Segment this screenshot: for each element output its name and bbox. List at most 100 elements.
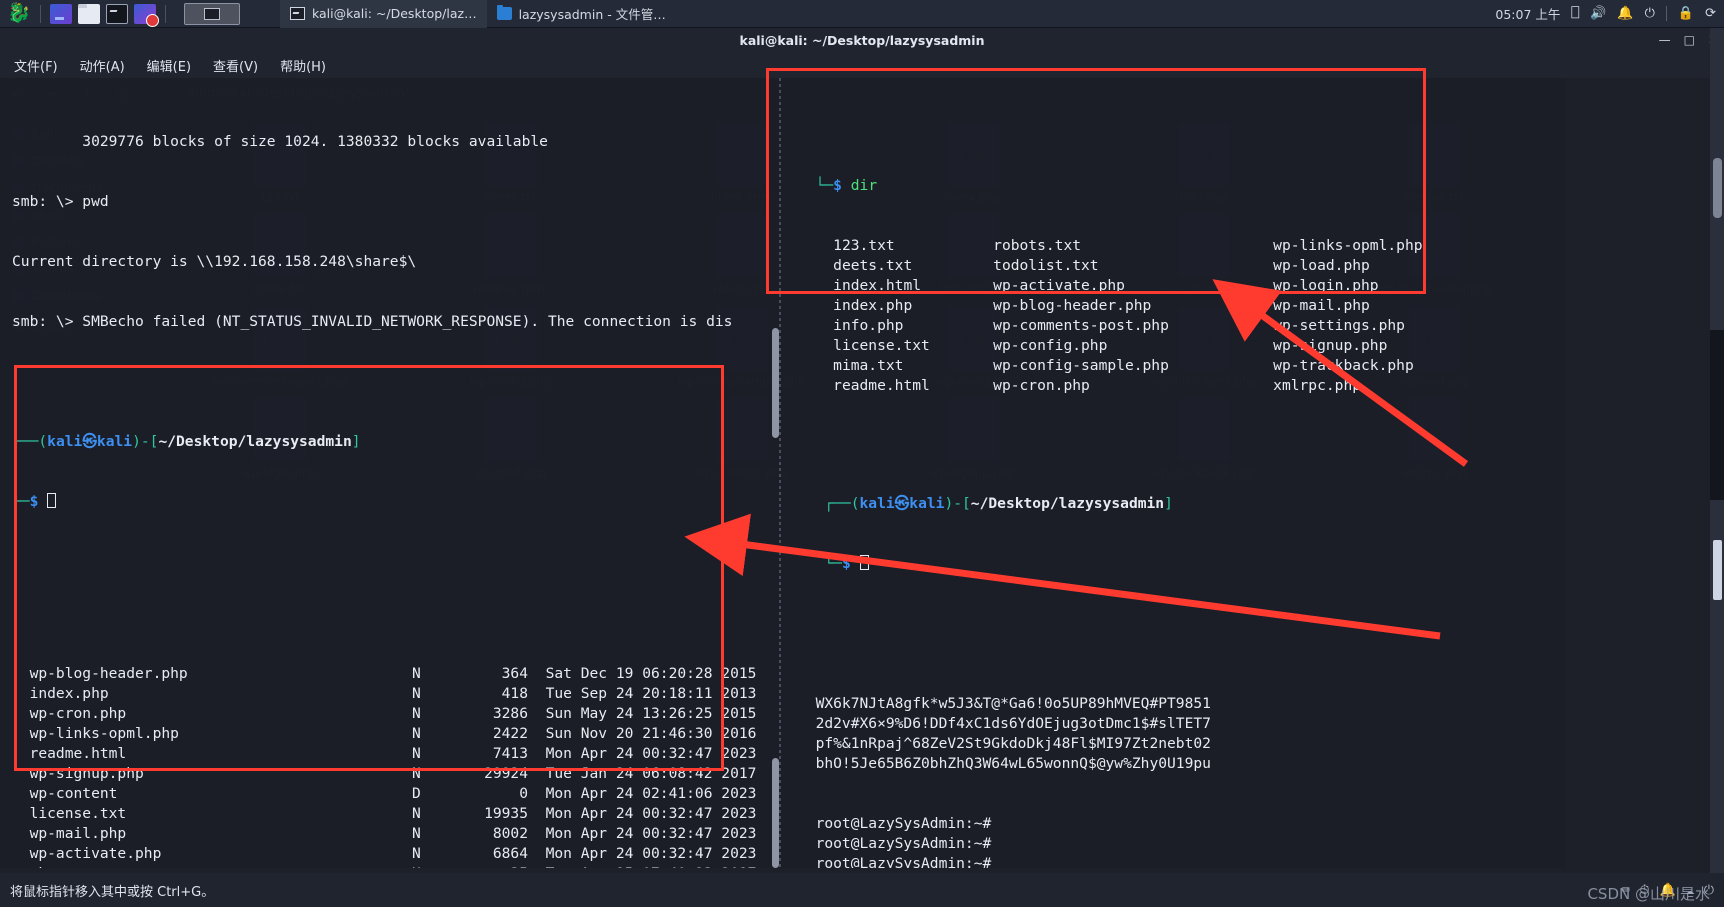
smb-file-flag: N xyxy=(412,805,421,822)
prompt-path: ~/Desktop/lazysysadmin xyxy=(970,495,1165,512)
smb-file-size: 19935 xyxy=(484,805,528,822)
menu-edit[interactable]: 编辑(E) xyxy=(147,56,191,75)
window-titlebar[interactable]: kali@kali: ~/Desktop/lazysysadmin — □ ✕ xyxy=(0,28,1724,52)
dir-output-filename: wp-login.php xyxy=(1273,277,1379,294)
smb-file-name: readme.html xyxy=(12,745,127,762)
scrollbar-thumb[interactable] xyxy=(1713,158,1722,218)
smb-listing-row: wp-blog-header.php N 364 Sat Dec 19 06:20:… xyxy=(12,664,778,684)
hash-output: WX6k7NJtA8gfk*w5J3&T@*Ga6!0o5UP89hMVEQ#P… xyxy=(798,694,1558,774)
smb-file-date: Mon Apr 24 02:41:06 2023 xyxy=(528,785,757,802)
smb-file-listing: wp-blog-header.php N 364 Sat Dec 19 06:20:… xyxy=(12,664,778,868)
dir-output-filename: robots.txt xyxy=(993,237,1082,254)
folder-icon xyxy=(496,5,512,20)
smb-file-date: Mon Apr 24 00:32:47 2023 xyxy=(528,805,757,822)
lock-icon[interactable]: 🔒 xyxy=(1678,7,1694,20)
dir-output-filename: wp-comments-post.php xyxy=(993,317,1169,334)
smb-file-date: Mon Apr 24 00:32:47 2023 xyxy=(528,825,757,842)
dir-output-filename: wp-load.php xyxy=(1273,257,1370,274)
dir-output: 123.txt robots.txt wp-links-opml.php deets… xyxy=(798,236,1558,396)
dir-output-filename: readme.html xyxy=(833,377,930,394)
smb-file-size: 8002 xyxy=(492,825,528,842)
kali-dragon-icon[interactable]: 🐉 xyxy=(4,1,34,27)
smb-header-line: 3029776 blocks of size 1024. 1380332 blo… xyxy=(12,133,548,150)
smb-file-name: license.txt xyxy=(12,805,127,822)
smb-listing-row: wp-signup.php N 29924 Tue Jan 24 06:08:42 … xyxy=(12,764,778,784)
menu-view[interactable]: 查看(V) xyxy=(213,56,258,75)
volume-icon[interactable]: 🔊 xyxy=(1590,7,1606,20)
scrollbar-thumb-2[interactable] xyxy=(1713,540,1722,600)
smb-file-size: 364 xyxy=(501,665,528,682)
dir-output-filename: license.txt xyxy=(833,337,930,354)
maximize-button[interactable]: □ xyxy=(1684,33,1695,47)
smb-file-date: Tue Sep 24 20:18:11 2013 xyxy=(528,685,757,702)
notification-bell-icon[interactable]: 🔔 xyxy=(1617,7,1633,20)
clock[interactable]: 05:07 上午 xyxy=(1495,4,1560,23)
status-bar: 将鼠标指针移入其中或按 Ctrl+G。 ⌨ ⏱ 🔔 ☁ ⏻ xyxy=(0,873,1724,907)
dir-output-filename: wp-activate.php xyxy=(993,277,1125,294)
dir-output-filename: 123.txt xyxy=(833,237,895,254)
terminal-icon xyxy=(290,7,305,20)
dir-output-filename: wp-config.php xyxy=(993,337,1108,354)
display-icon[interactable]: ⎕ xyxy=(1571,7,1579,20)
dir-output-filename: wp-cron.php xyxy=(993,377,1090,394)
hash-line: pf%&1nRpaj^68ZeV2St9GkdoDkj48Fl$MI97Zt2n… xyxy=(798,735,1211,752)
dir-command: dir xyxy=(850,177,878,194)
files-icon[interactable] xyxy=(78,3,100,24)
system-tray: 05:07 上午 ⎕ 🔊 🔔 ⏻ 🔒 ⟳ xyxy=(1495,4,1724,23)
smb-echo-failed-line: smb: \> SMBecho failed (NT_STATUS_INVALI… xyxy=(12,313,733,330)
dir-output-row: index.html wp-activate.php wp-login.php xyxy=(798,276,1558,296)
battery-icon[interactable]: ⏻ xyxy=(1645,7,1655,20)
watermark: CSDN @山川是水 xyxy=(1587,885,1710,903)
smb-file-flag: N xyxy=(412,685,421,702)
smb-listing-row: wp-cron.php N 3286 Sun May 24 13:26:25 201… xyxy=(12,704,778,724)
smb-file-size: 3286 xyxy=(492,705,528,722)
smb-listing-row: wp-links-opml.php N 2422 Sun Nov 20 21:46:… xyxy=(12,724,778,744)
window-button-terminal[interactable]: kali@kali: ~/Desktop/laz… xyxy=(280,0,487,28)
window-title: kali@kali: ~/Desktop/lazysysadmin xyxy=(739,32,985,48)
workspace-switcher[interactable] xyxy=(184,2,240,25)
smb-file-date: Tue Aug 15 07:40:13 2017 xyxy=(528,864,757,868)
screen-recorder-icon[interactable] xyxy=(134,3,159,27)
prompt-host: kali xyxy=(96,433,133,450)
workspace-thumbnail-icon xyxy=(204,7,220,20)
screen: 🐉 kali@kali: ~/Desktop/laz… lazysysadmin… xyxy=(0,0,1724,907)
smb-file-size: 35 xyxy=(446,864,528,868)
dir-output-row: info.php wp-comments-post.php wp-settings.… xyxy=(798,316,1558,336)
prompt-user: kali xyxy=(47,433,83,450)
window-button-filemanager[interactable]: lazysysadmin - 文件管… xyxy=(487,0,676,28)
smb-file-date: Sun May 24 13:26:25 2015 xyxy=(528,705,757,722)
smb-file-name: wp-cron.php xyxy=(12,705,127,722)
text-cursor xyxy=(859,555,869,570)
menu-file[interactable]: 文件(F) xyxy=(14,56,58,75)
smb-file-flag: N xyxy=(412,825,421,842)
smb-file-date: Sun Nov 20 21:46:30 2016 xyxy=(528,725,757,742)
browser-icon[interactable] xyxy=(50,3,72,24)
dir-output-filename: todolist.txt xyxy=(993,257,1099,274)
menu-actions[interactable]: 动作(A) xyxy=(80,56,125,75)
prompt-host: kali xyxy=(909,495,945,512)
dir-output-filename: wp-links-opml.php xyxy=(1273,237,1423,254)
minimize-button[interactable]: — xyxy=(1659,33,1671,47)
smb-file-date: Mon Apr 24 00:32:47 2023 xyxy=(528,745,757,762)
smb-file-name: wp-links-opml.php xyxy=(12,725,179,742)
smb-file-date: Mon Apr 24 00:32:47 2023 xyxy=(528,845,757,862)
smb-file-size: 6864 xyxy=(492,845,528,862)
left-prompt-line2: └─$ xyxy=(12,492,778,512)
dir-output-filename: wp-settings.php xyxy=(1273,317,1405,334)
smb-file-name: wp-signup.php xyxy=(12,765,144,782)
dir-output-filename: info.php xyxy=(833,317,904,334)
dir-output-filename: mima.txt xyxy=(833,357,904,374)
dir-output-row: deets.txt todolist.txt wp-load.php xyxy=(798,256,1558,276)
terminal-window[interactable]: 3029776 blocks of size 1024. 1380332 blo… xyxy=(0,78,1566,868)
terminal-pane-divider[interactable] xyxy=(779,78,781,868)
text-cursor xyxy=(47,493,57,508)
dir-output-row: readme.html wp-cron.php xmlrpc.php xyxy=(798,376,1558,396)
terminal-icon[interactable] xyxy=(106,3,128,24)
terminal-right-pane[interactable]: └─$ dir 123.txt robots.txt wp-links-opml.p… xyxy=(798,84,1558,868)
root-prompt-line: root@LazySysAdmin:~# xyxy=(798,855,992,868)
logout-icon[interactable]: ⟳ xyxy=(1705,7,1716,20)
dir-output-filename: wp-blog-header.php xyxy=(993,297,1152,314)
dir-output-filename: deets.txt xyxy=(833,257,913,274)
terminal-left-pane[interactable]: 3029776 blocks of size 1024. 1380332 blo… xyxy=(12,92,778,868)
menu-help[interactable]: 帮助(H) xyxy=(280,56,326,75)
